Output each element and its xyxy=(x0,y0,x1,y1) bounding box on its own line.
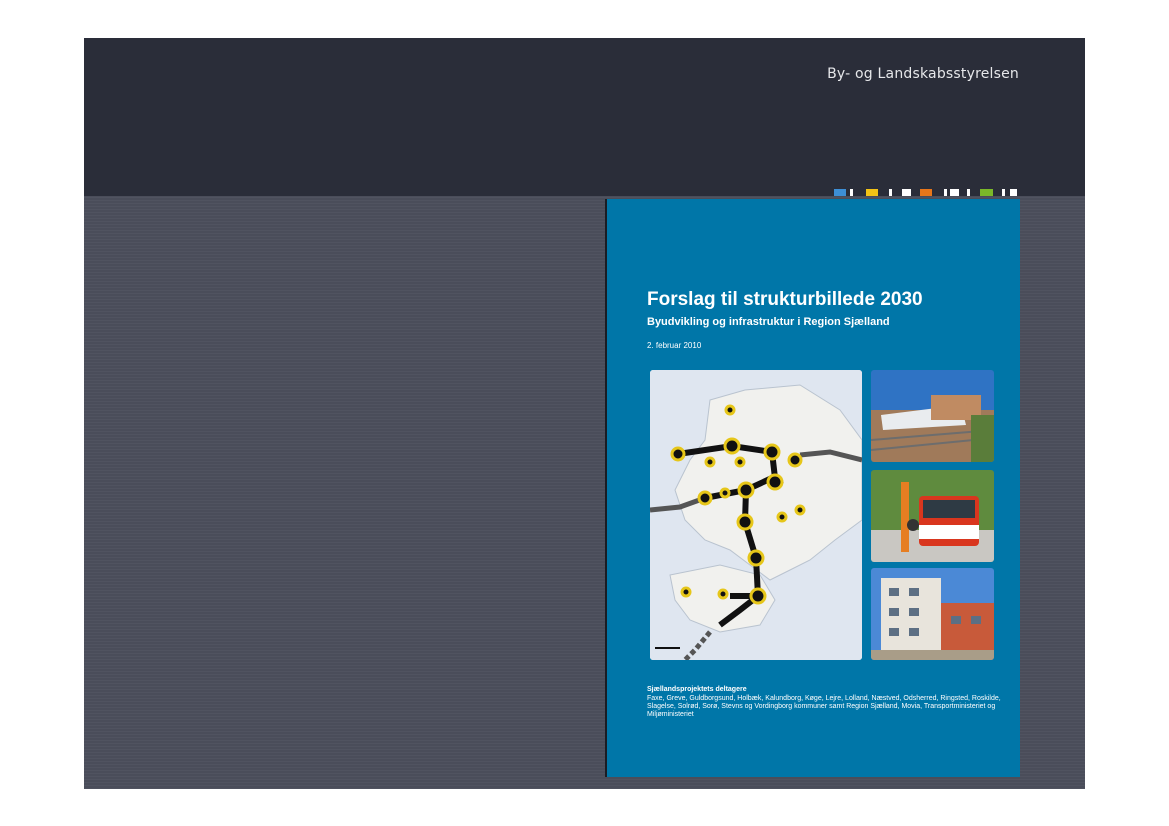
bus-photo xyxy=(871,470,994,562)
deco-white-block xyxy=(902,189,911,196)
buildings-photo xyxy=(871,568,994,660)
participants-heading: Sjællandsprojektets deltagere xyxy=(647,686,747,693)
deco-green-block xyxy=(980,189,993,196)
deco-blue-block xyxy=(834,189,846,196)
slide: By- og Landskabsstyrelsen Forslag til st… xyxy=(84,38,1085,789)
deco-white-block xyxy=(850,189,853,196)
brand-label: By- og Landskabsstyrelsen xyxy=(827,66,1019,82)
deco-white-block xyxy=(1002,189,1005,196)
cover-title: Forslag til strukturbillede 2030 xyxy=(647,289,923,310)
participants-text: Faxe, Greve, Guldborgsund, Holbæk, Kalun… xyxy=(647,695,1001,718)
cover-date: 2. februar 2010 xyxy=(647,341,702,350)
deco-yellow-block xyxy=(866,189,878,196)
report-cover: Forslag til strukturbillede 2030 Byudvik… xyxy=(605,199,1020,777)
map-of-zealand xyxy=(650,370,862,660)
deco-white-block xyxy=(1010,189,1017,196)
header-band: By- og Landskabsstyrelsen xyxy=(84,38,1085,196)
deco-white-block xyxy=(944,189,947,196)
cover-subtitle: Byudvikling og infrastruktur i Region Sj… xyxy=(647,316,890,328)
deco-white-block xyxy=(889,189,892,196)
train-photo xyxy=(871,370,994,462)
deco-white-block xyxy=(967,189,970,196)
deco-orange-block xyxy=(920,189,932,196)
deco-white-block xyxy=(950,189,959,196)
